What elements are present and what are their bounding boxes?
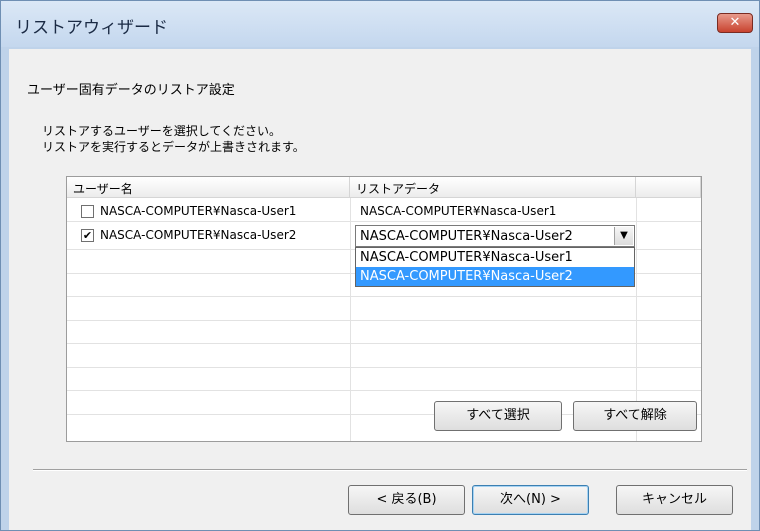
instruction-line-2: リストアを実行するとデータが上書きされます。 bbox=[42, 140, 305, 154]
row-user-name: NASCA-COMPUTER¥Nasca-User2 bbox=[100, 228, 297, 242]
row-divider bbox=[67, 367, 701, 368]
page-heading: ユーザー固有データのリストア設定 bbox=[27, 83, 235, 98]
row-divider bbox=[67, 221, 701, 222]
footer-separator bbox=[33, 469, 747, 471]
restore-data-dropdown-list: NASCA-COMPUTER¥Nasca-User1 NASCA-COMPUTE… bbox=[355, 247, 635, 287]
row-user-name: NASCA-COMPUTER¥Nasca-User1 bbox=[100, 204, 297, 218]
row-divider bbox=[67, 320, 701, 321]
clear-all-button[interactable]: すべて解除 bbox=[573, 401, 697, 431]
combobox-value: NASCA-COMPUTER¥Nasca-User2 bbox=[360, 229, 573, 244]
dropdown-option[interactable]: NASCA-COMPUTER¥Nasca-User1 bbox=[356, 248, 634, 267]
row-divider bbox=[67, 390, 701, 391]
restore-data-combobox[interactable]: NASCA-COMPUTER¥Nasca-User2 ▼ bbox=[355, 225, 635, 247]
column-header-restore-data[interactable]: リストアデータ bbox=[350, 177, 636, 198]
dropdown-option-selected[interactable]: NASCA-COMPUTER¥Nasca-User2 bbox=[356, 267, 634, 286]
row-divider bbox=[67, 296, 701, 297]
row-divider bbox=[67, 343, 701, 344]
chevron-down-icon[interactable]: ▼ bbox=[614, 227, 633, 245]
column-header-empty bbox=[636, 177, 701, 198]
column-header-user[interactable]: ユーザー名 bbox=[67, 177, 350, 198]
select-all-button[interactable]: すべて選択 bbox=[434, 401, 562, 431]
row-restore-data[interactable]: NASCA-COMPUTER¥Nasca-User1 bbox=[360, 204, 556, 218]
row-checkbox[interactable] bbox=[81, 205, 94, 218]
instruction-line-1: リストアするユーザーを選択してください。 bbox=[42, 124, 282, 138]
back-button[interactable]: < 戻る(B) bbox=[348, 485, 465, 515]
next-button[interactable]: 次へ(N) > bbox=[472, 485, 589, 515]
dialog-body: ユーザー固有データのリストア設定 リストアするユーザーを選択してください。 リス… bbox=[9, 49, 751, 530]
row-checkbox-checked[interactable]: ✔ bbox=[81, 229, 94, 242]
close-icon: ✕ bbox=[729, 15, 741, 30]
wizard-window: リストアウィザード ✕ ユーザー固有データのリストア設定 リストアするユーザーを… bbox=[0, 0, 760, 531]
cancel-button[interactable]: キャンセル bbox=[616, 485, 733, 515]
title-bar[interactable]: リストアウィザード ✕ bbox=[1, 1, 759, 47]
window-title: リストアウィザード bbox=[15, 18, 168, 38]
close-button[interactable]: ✕ bbox=[717, 13, 753, 33]
